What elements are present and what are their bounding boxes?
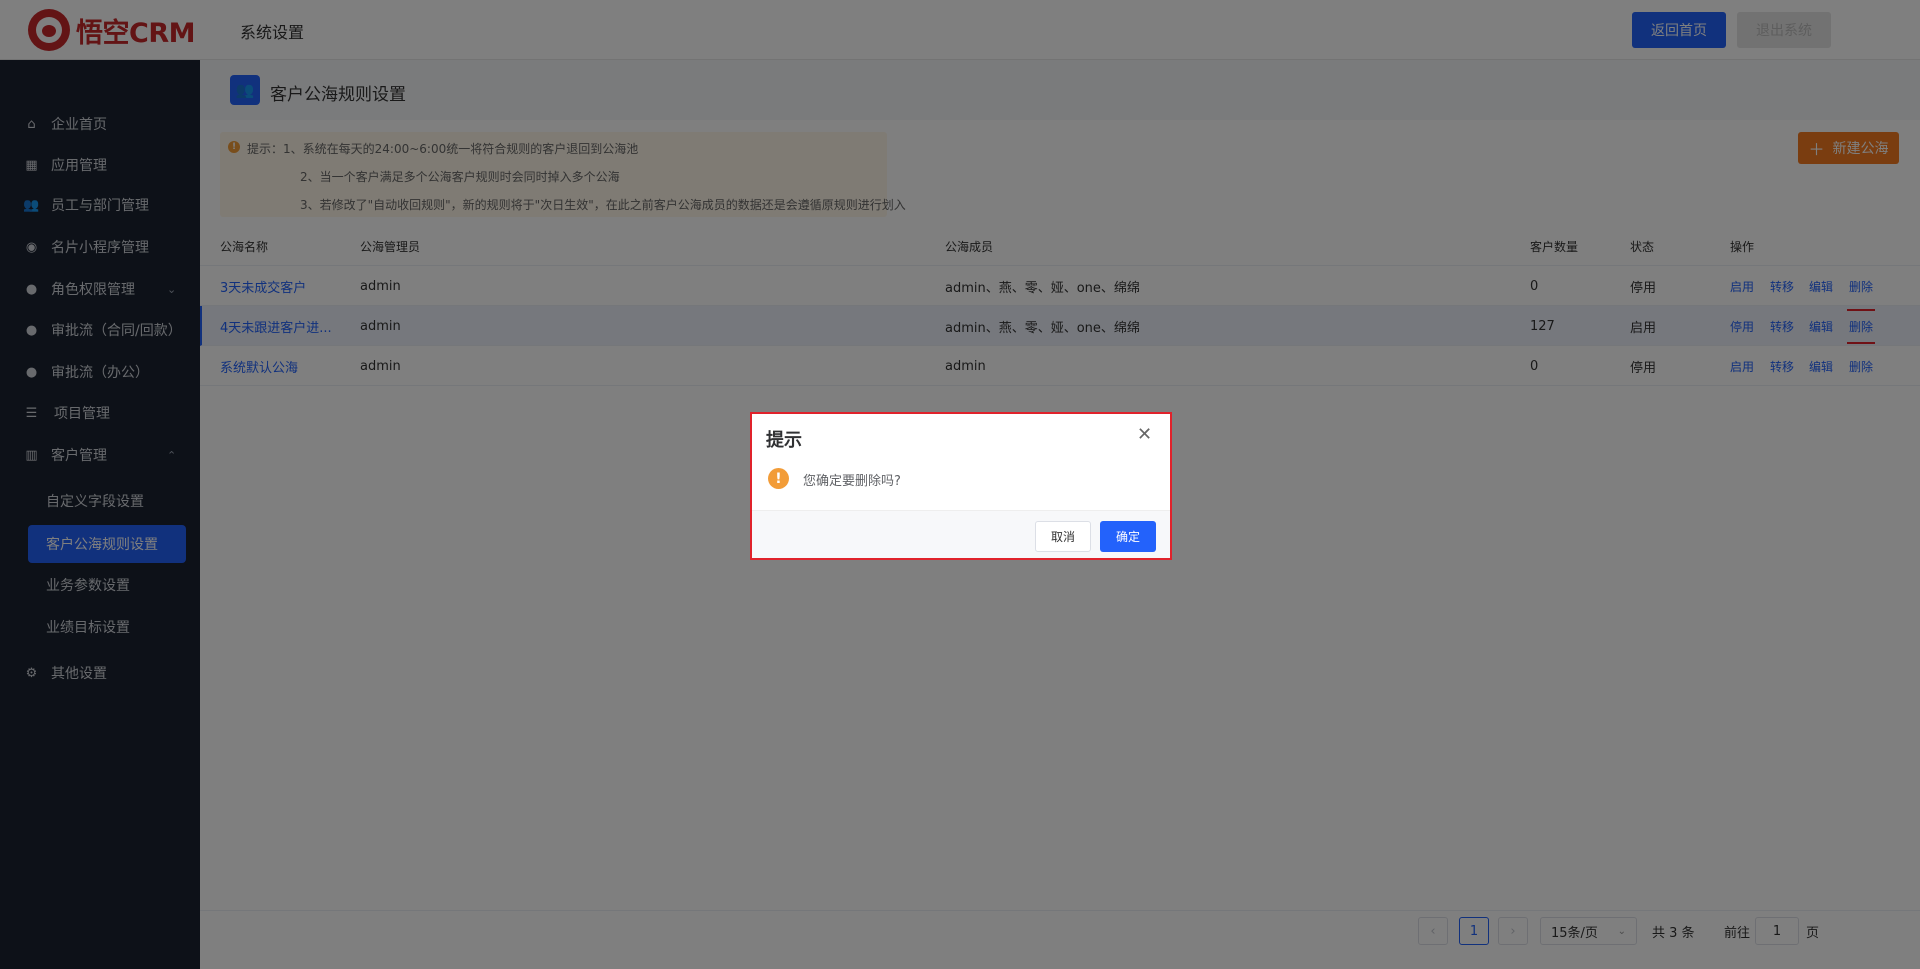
confirm-dialog: 提示 ✕ ! 您确定要删除吗? 取消 确定	[750, 412, 1172, 560]
dialog-footer: 取消 确定	[752, 510, 1170, 558]
dialog-message: 您确定要删除吗?	[803, 474, 901, 489]
warning-icon: !	[768, 468, 789, 489]
dialog-title: 提示	[766, 430, 802, 451]
close-icon[interactable]: ✕	[1137, 424, 1152, 445]
cancel-button[interactable]: 取消	[1035, 521, 1091, 552]
confirm-button[interactable]: 确定	[1100, 521, 1156, 552]
